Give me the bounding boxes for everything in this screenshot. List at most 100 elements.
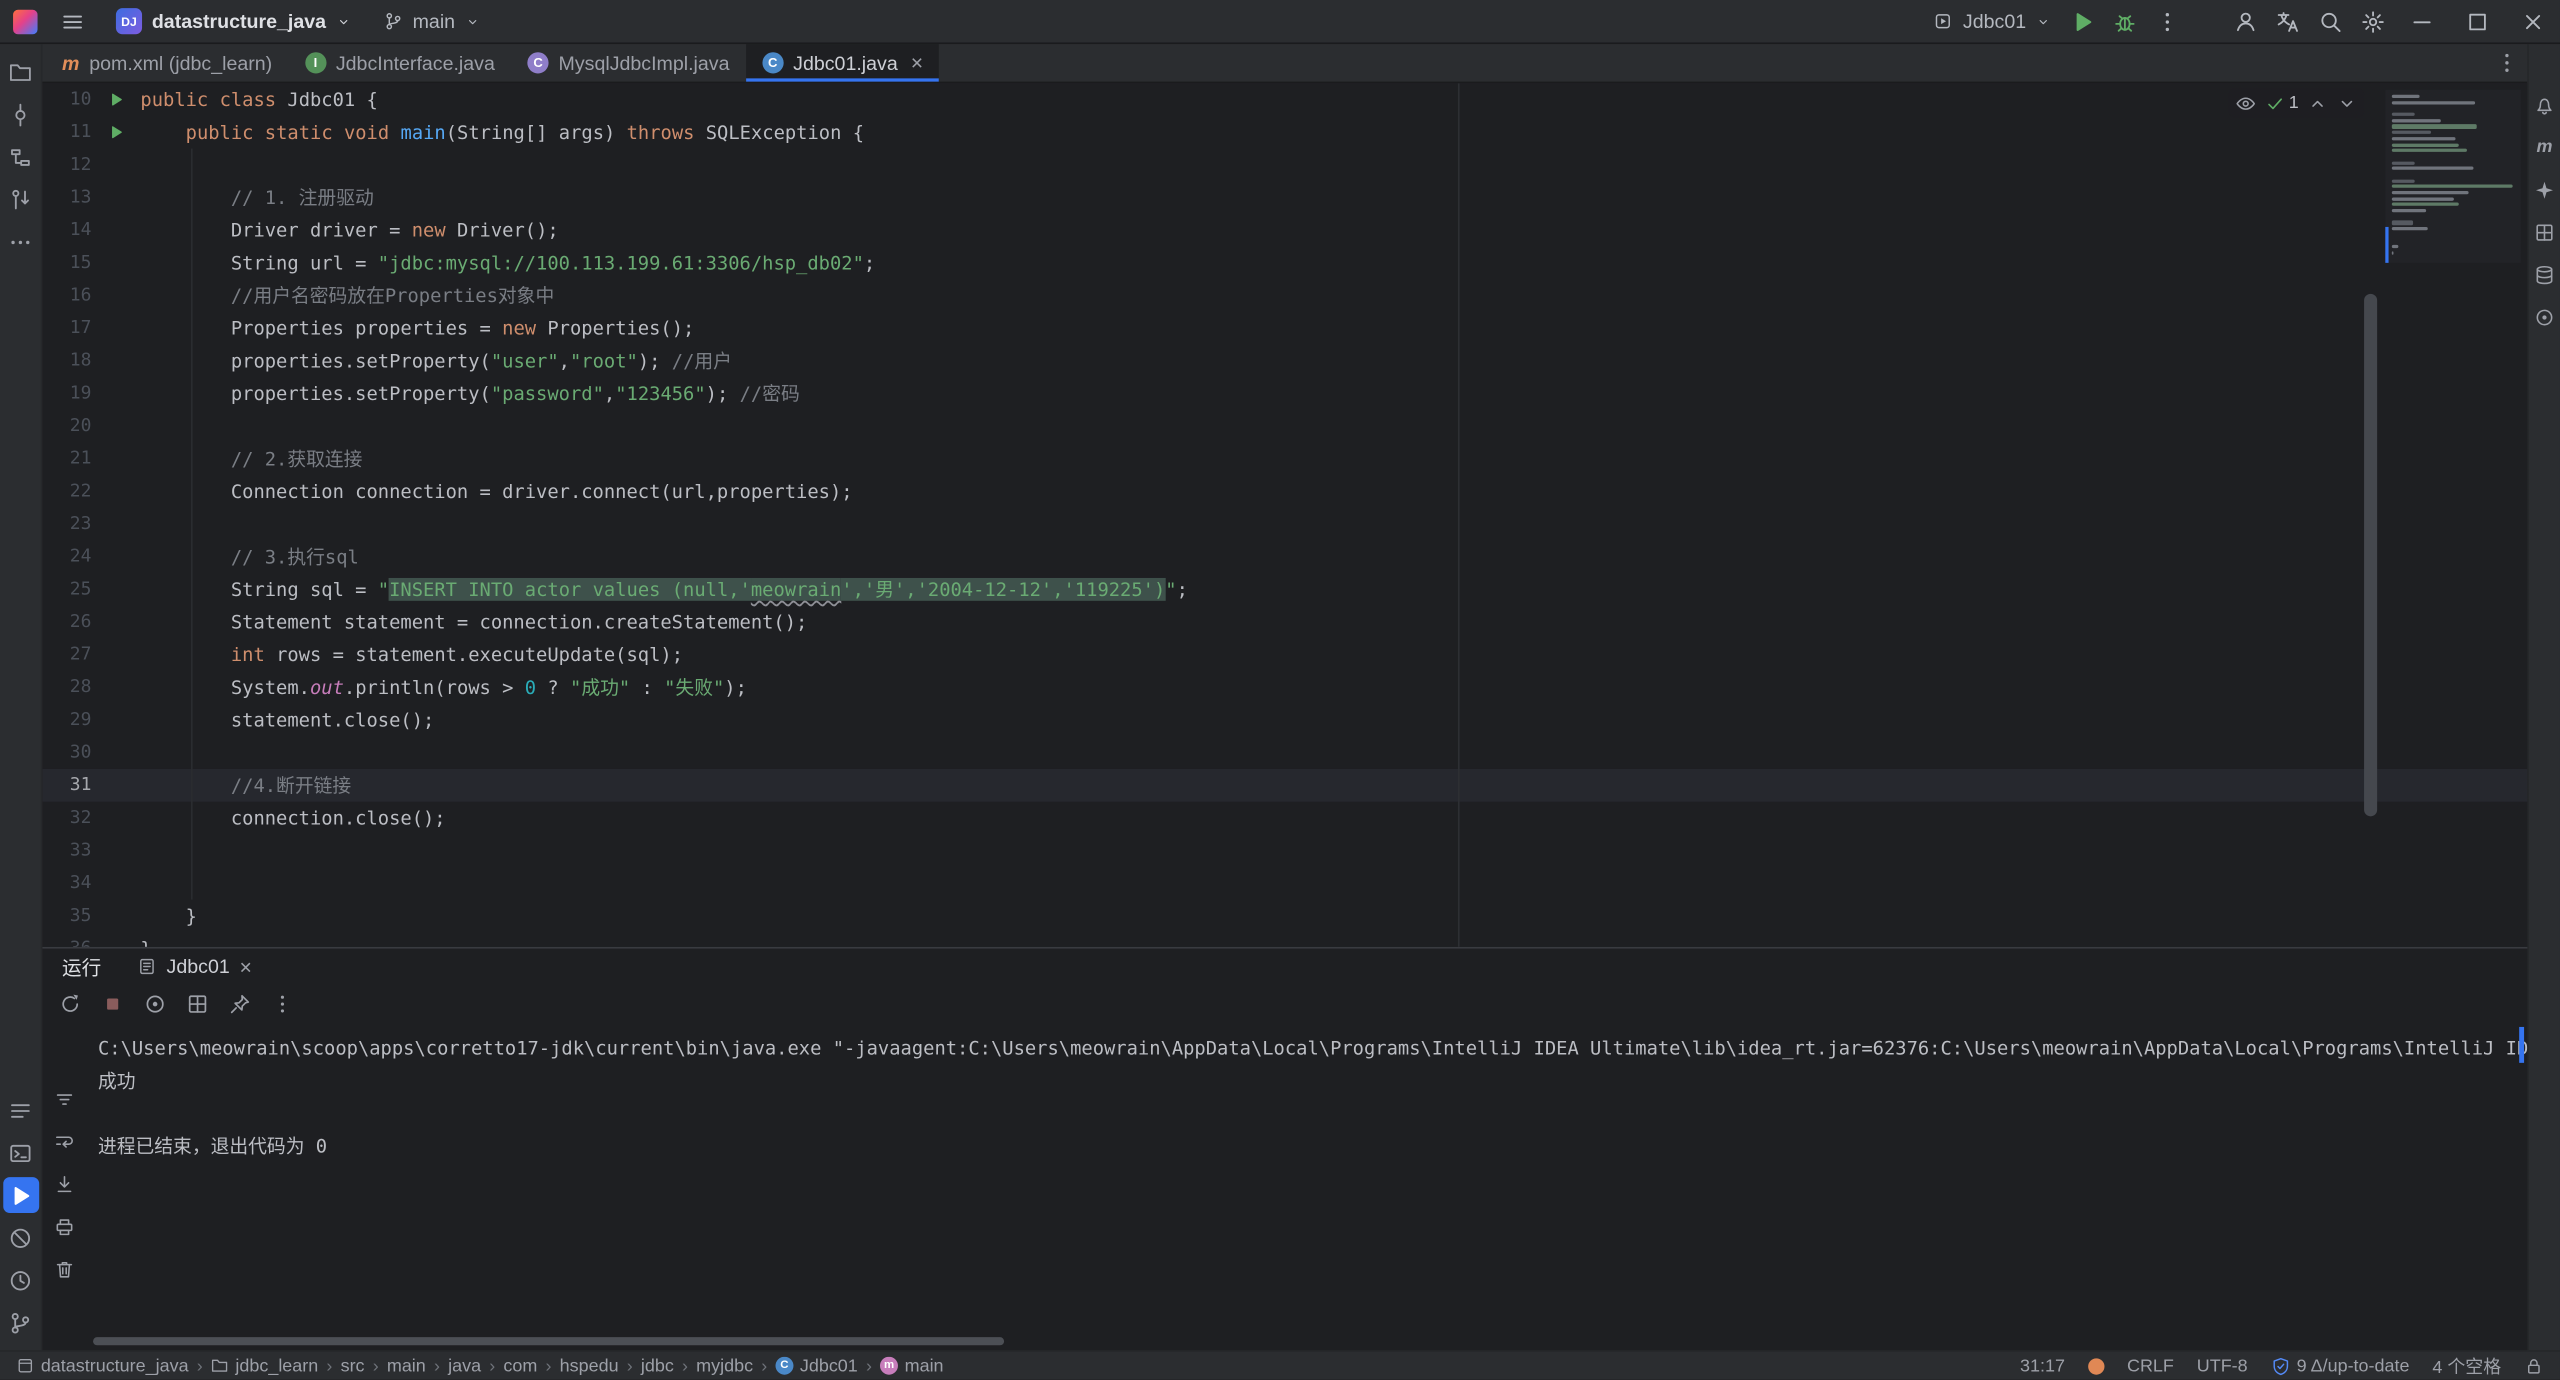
plugins-icon[interactable] bbox=[2530, 302, 2559, 331]
translate-icon[interactable] bbox=[2266, 3, 2308, 39]
code-line[interactable]: 23 bbox=[42, 508, 2527, 541]
more-options-icon[interactable] bbox=[264, 986, 300, 1022]
code-line[interactable]: 25 String sql = "INSERT INTO actor value… bbox=[42, 573, 2527, 606]
editor-scrollbar[interactable] bbox=[2364, 294, 2377, 816]
line-number[interactable]: 13 bbox=[42, 181, 91, 214]
plugin-status-icon[interactable] bbox=[2088, 1358, 2104, 1374]
build-icon[interactable] bbox=[2530, 217, 2559, 246]
breadcrumb-item[interactable]: jdbc_learn bbox=[211, 1356, 318, 1376]
line-number[interactable]: 25 bbox=[42, 573, 91, 606]
debug-button[interactable] bbox=[2103, 3, 2145, 39]
code-line[interactable]: 26 Statement statement = connection.crea… bbox=[42, 606, 2527, 639]
notifications-icon[interactable] bbox=[2530, 90, 2559, 119]
line-number[interactable]: 23 bbox=[42, 508, 91, 541]
line-number[interactable]: 28 bbox=[42, 671, 91, 704]
minimap-viewport[interactable] bbox=[2385, 227, 2388, 263]
breadcrumb-item[interactable]: mmain bbox=[880, 1356, 943, 1376]
code-line[interactable]: 27 int rows = statement.executeUpdate(sq… bbox=[42, 638, 2527, 671]
filter-icon[interactable] bbox=[47, 1082, 80, 1115]
code-line[interactable]: 15 String url = "jdbc:mysql://100.113.19… bbox=[42, 247, 2527, 280]
line-number[interactable]: 18 bbox=[42, 344, 91, 377]
run-config-widget[interactable]: Jdbc01 bbox=[1924, 3, 2061, 39]
code-line[interactable]: 17 Properties properties = new Propertie… bbox=[42, 312, 2527, 345]
editor-tab[interactable]: CMysqlJdbcImpl.java bbox=[511, 44, 746, 82]
clear-console-icon[interactable] bbox=[47, 1252, 80, 1285]
close-tab-icon[interactable]: × bbox=[240, 954, 252, 978]
line-number[interactable]: 20 bbox=[42, 410, 91, 443]
vcs-widget[interactable]: 9 Δ/up-to-date bbox=[2271, 1356, 2410, 1376]
code-line[interactable]: 19 properties.setProperty("password","12… bbox=[42, 377, 2527, 410]
soft-wrap-icon[interactable] bbox=[47, 1125, 80, 1158]
tab-options-icon[interactable] bbox=[2485, 44, 2527, 82]
terminal-icon[interactable] bbox=[2, 1135, 38, 1171]
code-line[interactable]: 29 statement.close(); bbox=[42, 704, 2527, 737]
previous-problem-icon[interactable] bbox=[2307, 92, 2328, 113]
line-separator[interactable]: CRLF bbox=[2127, 1356, 2174, 1376]
structure-icon[interactable] bbox=[2, 139, 38, 175]
line-number[interactable]: 32 bbox=[42, 802, 91, 835]
branch-widget[interactable]: main bbox=[373, 3, 489, 39]
code-line[interactable]: 36} bbox=[42, 932, 2527, 947]
scroll-to-end-icon[interactable] bbox=[47, 1167, 80, 1200]
problems-icon[interactable] bbox=[2, 1220, 38, 1256]
tab-close-icon[interactable]: × bbox=[911, 51, 923, 75]
line-number[interactable]: 12 bbox=[42, 149, 91, 182]
line-number[interactable]: 11 bbox=[42, 116, 91, 149]
line-number[interactable]: 22 bbox=[42, 475, 91, 508]
account-icon[interactable] bbox=[2224, 3, 2266, 39]
line-number[interactable]: 31 bbox=[42, 769, 91, 802]
project-icon[interactable] bbox=[2, 54, 38, 90]
line-number[interactable]: 15 bbox=[42, 247, 91, 280]
line-number[interactable]: 29 bbox=[42, 704, 91, 737]
line-number[interactable]: 27 bbox=[42, 638, 91, 671]
commit-icon[interactable] bbox=[2, 96, 38, 132]
code-line[interactable]: 33 bbox=[42, 834, 2527, 867]
maven-icon[interactable]: m bbox=[2530, 132, 2559, 161]
code-line[interactable]: 12 bbox=[42, 149, 2527, 182]
rerun-button[interactable] bbox=[52, 986, 88, 1022]
line-number[interactable]: 30 bbox=[42, 736, 91, 769]
run-button[interactable] bbox=[2060, 3, 2102, 39]
indent-info[interactable]: 4 个空格 bbox=[2432, 1353, 2501, 1379]
code-line[interactable]: 11 public static void main(String[] args… bbox=[42, 116, 2527, 149]
line-number[interactable]: 16 bbox=[42, 279, 91, 312]
console-output[interactable]: C:\Users\meowrain\scoop\apps\corretto17-… bbox=[85, 1024, 2527, 1351]
version-control-icon[interactable] bbox=[2, 1304, 38, 1340]
layout-button[interactable] bbox=[180, 986, 216, 1022]
file-encoding[interactable]: UTF-8 bbox=[2197, 1356, 2248, 1376]
pull-requests-icon[interactable] bbox=[2, 181, 38, 217]
line-number[interactable]: 21 bbox=[42, 442, 91, 475]
minimize-button[interactable] bbox=[2393, 0, 2449, 43]
more-tool-windows-icon[interactable] bbox=[2, 224, 38, 260]
close-button[interactable] bbox=[2504, 0, 2560, 43]
run-gutter-icon[interactable] bbox=[91, 91, 140, 107]
breadcrumb-item[interactable]: hspedu bbox=[560, 1356, 619, 1376]
line-number[interactable]: 24 bbox=[42, 540, 91, 573]
project-widget[interactable]: DJ datastructure_java bbox=[106, 3, 360, 39]
pin-button[interactable] bbox=[222, 986, 258, 1022]
breadcrumb-item[interactable]: java bbox=[448, 1356, 481, 1376]
breadcrumb-item[interactable]: datastructure_java bbox=[16, 1356, 188, 1376]
next-problem-icon[interactable] bbox=[2336, 92, 2357, 113]
run-tab[interactable]: Jdbc01 × bbox=[131, 949, 259, 985]
ai-assistant-icon[interactable] bbox=[2530, 175, 2559, 204]
search-icon[interactable] bbox=[2309, 3, 2351, 39]
code-line[interactable]: 10public class Jdbc01 { bbox=[42, 83, 2527, 116]
line-number[interactable]: 26 bbox=[42, 606, 91, 639]
line-number[interactable]: 34 bbox=[42, 867, 91, 900]
services-icon[interactable] bbox=[2, 1262, 38, 1298]
code-line[interactable]: 22 Connection connection = driver.connec… bbox=[42, 475, 2527, 508]
caret-position[interactable]: 31:17 bbox=[2020, 1356, 2065, 1376]
maximize-button[interactable] bbox=[2449, 0, 2505, 43]
line-number[interactable]: 19 bbox=[42, 377, 91, 410]
highlighting-level-icon[interactable] bbox=[2235, 92, 2256, 113]
code-line[interactable]: 32 connection.close(); bbox=[42, 802, 2527, 835]
console-vscrollbar[interactable] bbox=[2519, 1027, 2524, 1063]
code-line[interactable]: 20 bbox=[42, 410, 2527, 443]
breadcrumb-item[interactable]: CJdbc01 bbox=[775, 1356, 857, 1376]
code-line[interactable]: 28 System.out.println(rows > 0 ? "成功" : … bbox=[42, 671, 2527, 704]
more-actions-icon[interactable] bbox=[2145, 3, 2187, 39]
breadcrumb-item[interactable]: src bbox=[341, 1356, 365, 1376]
breadcrumb-item[interactable]: jdbc bbox=[641, 1356, 674, 1376]
code-line[interactable]: 13 // 1. 注册驱动 bbox=[42, 181, 2527, 214]
